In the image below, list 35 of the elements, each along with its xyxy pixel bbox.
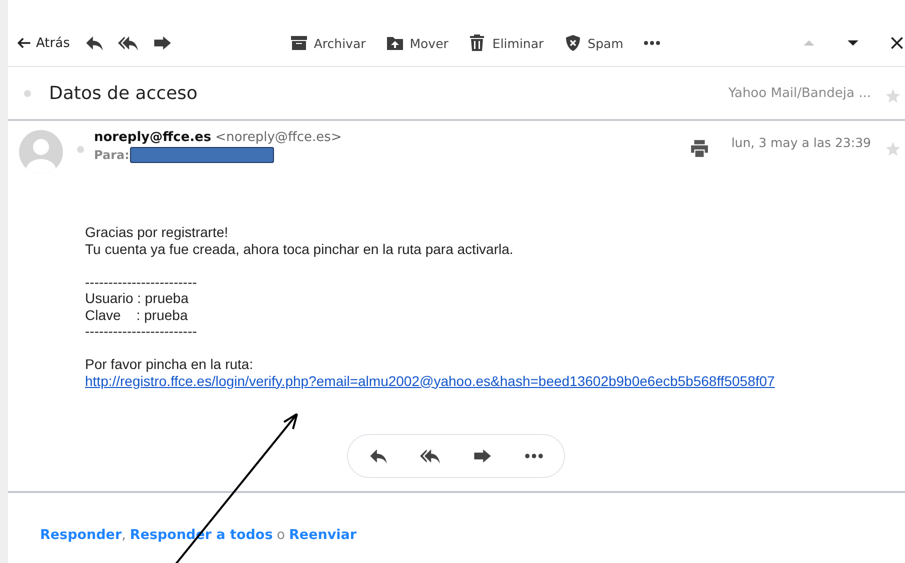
shield-icon [564, 34, 582, 52]
archive-button[interactable]: Archivar [290, 34, 366, 52]
close-icon[interactable] [889, 35, 905, 51]
message-date: lun, 3 may a las 23:39 [731, 135, 871, 150]
separator-text: , [122, 527, 126, 543]
body-text: Por favor pincha en la ruta: [85, 356, 254, 372]
body-text: Usuario : prueba [85, 290, 190, 306]
back-arrow-icon [16, 35, 32, 51]
recipient-label: Para: [94, 148, 130, 162]
body-text: Clave : prueba [85, 306, 189, 323]
reply-link[interactable]: Responder [40, 527, 122, 543]
back-button[interactable]: Atrás [16, 35, 70, 51]
verification-link[interactable]: http://registro.ffce.es/login/verify.php?email=almu2002@yahoo.es&hash=beed13602b9b0e6ecb5b568ff5058f07 [85, 372, 775, 388]
star-icon[interactable] [885, 88, 901, 104]
archive-icon [290, 34, 308, 52]
forward-link[interactable]: Reenviar [289, 527, 357, 543]
folder-icon [386, 34, 404, 52]
body-text: Gracias por registrarte! [85, 224, 230, 240]
delete-button[interactable]: Eliminar [468, 34, 544, 52]
move-button[interactable]: Mover [386, 34, 448, 52]
printer-icon[interactable] [690, 139, 710, 158]
body-text: ------------------------ [85, 274, 198, 290]
unread-dot-icon [24, 90, 31, 96]
status-dot-icon [77, 146, 84, 153]
avatar-icon [19, 130, 63, 174]
folder-path[interactable]: Yahoo Mail/Bandeja ... [728, 86, 871, 100]
sender-name[interactable]: noreply@ffce.es [94, 130, 212, 145]
sender-address: <noreply@ffce.es> [215, 130, 342, 145]
separator-text: o [276, 527, 286, 543]
star-icon[interactable] [885, 141, 901, 157]
trash-icon [468, 34, 486, 52]
body-text: ------------------------ [85, 323, 198, 340]
email-subject: Datos de acceso [49, 82, 198, 104]
body-text: Tu cuenta ya fue creada, ahora toca pinchar en la ruta para activarla. [85, 240, 514, 257]
spam-button[interactable]: Spam [564, 34, 624, 52]
